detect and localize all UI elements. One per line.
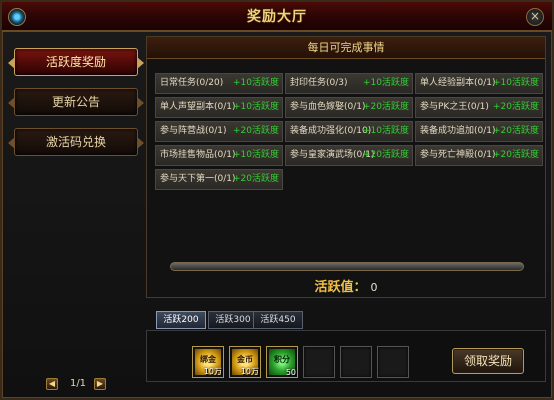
task-name: 单人声望副本(0/1) — [160, 102, 236, 112]
window-title: 奖励大厅 — [247, 9, 307, 25]
tab-activity-450[interactable]: 活跃450 — [253, 311, 303, 329]
sidebar-item-update-notice[interactable]: 更新公告 — [8, 88, 144, 116]
task-name: 参与天下第一(0/1) — [160, 174, 236, 184]
task-reward: +10活跃度 — [233, 102, 279, 112]
reward-item-slot[interactable]: 绑金 10万 — [192, 346, 224, 378]
task-name: 装备成功追加(0/1) — [420, 126, 496, 136]
task-name: 参与PK之王(0/1) — [420, 102, 489, 112]
task-name: 参与死亡神殿(0/1) — [420, 150, 496, 160]
item-quantity: 10万 — [240, 367, 259, 376]
task-grid: 日常任务(0/20) +10活跃度 封印任务(0/3) +10活跃度 单人经验副本(… — [155, 73, 545, 190]
task-reward: +20活跃度 — [363, 150, 409, 160]
next-page-icon[interactable]: ▶ — [94, 378, 106, 390]
empty-reward-slot — [303, 346, 335, 378]
task-item: 参与血色嫁娶(0/1) +20活跃度 — [285, 97, 413, 118]
task-name: 参与血色嫁娶(0/1) — [290, 102, 366, 112]
activity-label: 活跃值： — [314, 280, 367, 295]
task-item: 参与PK之王(0/1) +20活跃度 — [415, 97, 543, 118]
close-icon[interactable]: × — [526, 8, 544, 26]
panel-header: 每日可完成事情 — [147, 37, 545, 59]
task-reward: +10活跃度 — [363, 126, 409, 136]
task-item: 单人声望副本(0/1) +10活跃度 — [155, 97, 283, 118]
reward-item-slot[interactable]: 积分 50 — [266, 346, 298, 378]
item-name: 绑金 — [200, 355, 216, 364]
item-quantity: 50 — [285, 368, 296, 377]
task-reward: +10活跃度 — [233, 150, 279, 160]
item-name: 积分 — [274, 355, 290, 364]
task-item: 装备成功强化(0/10) +10活跃度 — [285, 121, 413, 142]
task-reward: +10活跃度 — [363, 78, 409, 88]
task-reward: +10活跃度 — [233, 78, 279, 88]
task-name: 参与阵营战(0/1) — [160, 126, 227, 136]
title-bar: 奖励大厅 × — [2, 2, 552, 32]
task-item: 市场挂售物品(0/1) +10活跃度 — [155, 145, 283, 166]
item-quantity: 10万 — [203, 367, 222, 376]
task-reward: +20活跃度 — [493, 150, 539, 160]
task-item: 参与天下第一(0/1) +20活跃度 — [155, 169, 283, 190]
task-reward: +20活跃度 — [233, 174, 279, 184]
task-reward: +20活跃度 — [493, 102, 539, 112]
tab-activity-300[interactable]: 活跃300 — [208, 311, 258, 329]
task-item: 参与阵营战(0/1) +20活跃度 — [155, 121, 283, 142]
task-name: 市场挂售物品(0/1) — [160, 150, 236, 160]
reward-item-slot[interactable]: 金币 10万 — [229, 346, 261, 378]
task-name: 封印任务(0/3) — [290, 78, 348, 88]
page-pager: ◀ 1/1 ▶ — [46, 377, 106, 391]
page-indicator: 1/1 — [69, 378, 87, 389]
activity-number: 0 — [370, 281, 378, 294]
task-item: 单人经验副本(0/1) +10活跃度 — [415, 73, 543, 94]
task-item: 参与死亡神殿(0/1) +20活跃度 — [415, 145, 543, 166]
task-name: 单人经验副本(0/1) — [420, 78, 496, 88]
task-reward: +20活跃度 — [233, 126, 279, 136]
task-reward: +20活跃度 — [493, 126, 539, 136]
task-item: 封印任务(0/3) +10活跃度 — [285, 73, 413, 94]
task-item: 日常任务(0/20) +10活跃度 — [155, 73, 283, 94]
activity-progress-bar — [170, 262, 524, 271]
empty-reward-slot — [340, 346, 372, 378]
task-name: 参与皇家演武场(0/1) — [290, 150, 375, 160]
sidebar-item-activity-reward[interactable]: 活跃度奖励 — [8, 48, 144, 76]
task-reward: +10活跃度 — [493, 78, 539, 88]
item-name: 金币 — [237, 355, 253, 364]
task-reward: +20活跃度 — [363, 102, 409, 112]
tab-activity-200[interactable]: 活跃200 — [156, 311, 206, 329]
sidebar-item-code-redeem[interactable]: 激活码兑换 — [8, 128, 144, 156]
task-item: 参与皇家演武场(0/1) +20活跃度 — [285, 145, 413, 166]
activity-value: 活跃值： 0 — [146, 276, 546, 295]
claim-reward-button[interactable]: 领取奖励 — [452, 348, 524, 374]
prev-page-icon[interactable]: ◀ — [46, 378, 58, 390]
task-name: 日常任务(0/20) — [160, 78, 224, 88]
daily-task-panel: 每日可完成事情 日常任务(0/20) +10活跃度 封印任务(0/3) +10活跃度… — [146, 36, 546, 298]
task-item: 装备成功追加(0/1) +20活跃度 — [415, 121, 543, 142]
empty-reward-slot — [377, 346, 409, 378]
task-name: 装备成功强化(0/10) — [290, 126, 372, 136]
